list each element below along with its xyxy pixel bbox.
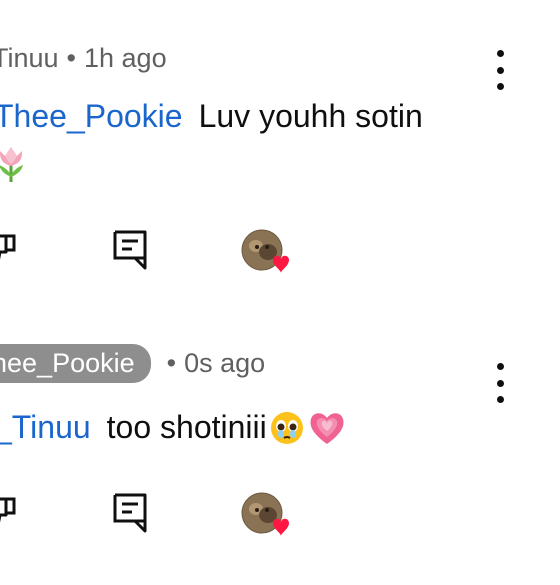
meta-separator: • xyxy=(166,347,177,378)
comment-body: _Tinuu too shotiniii xyxy=(0,401,514,461)
comment-1: Tinuu • 1h ago Thee_Pookie Luv youhh soti… xyxy=(0,0,560,273)
creator-avatar xyxy=(241,492,289,536)
comment-2: hee_Pookie • 0s ago _Tinuu too shotiniii xyxy=(0,315,560,585)
growing-heart-icon xyxy=(307,408,347,461)
comment-timestamp: 1h ago xyxy=(84,42,167,73)
comment-text: too shotiniii xyxy=(106,409,267,445)
comment-author[interactable]: Tinuu xyxy=(0,43,59,74)
comment-author-pill[interactable]: hee_Pookie xyxy=(0,343,151,383)
creator-heart-badge[interactable] xyxy=(240,228,296,278)
comment-body: Thee_Pookie Luv youhh sotin xyxy=(0,90,514,198)
comment-text: Luv youhh sotin xyxy=(198,98,423,134)
creator-avatar xyxy=(241,229,289,273)
tulip-icon xyxy=(0,143,28,198)
comment-icon[interactable] xyxy=(112,491,148,538)
kebab-dot xyxy=(496,363,504,370)
pleading-face-icon xyxy=(269,409,305,461)
more-options-button[interactable] xyxy=(488,363,512,403)
comment-actions xyxy=(0,228,560,276)
kebab-dot xyxy=(496,379,504,387)
comment-meta: Tinuu • 1h ago xyxy=(0,42,167,74)
meta-separator: • xyxy=(66,42,76,73)
kebab-dot xyxy=(496,50,504,57)
comment-icon[interactable] xyxy=(112,228,148,275)
kebab-dot xyxy=(496,66,504,74)
kebab-dot xyxy=(496,83,504,90)
more-options-button[interactable] xyxy=(488,50,512,90)
mention-link[interactable]: _Tinuu xyxy=(0,409,91,445)
dislike-icon[interactable] xyxy=(0,232,20,271)
dislike-icon[interactable] xyxy=(0,495,20,534)
comment-actions xyxy=(0,491,560,539)
creator-heart-badge[interactable] xyxy=(240,491,296,541)
comment-timestamp: 0s ago xyxy=(184,347,266,378)
mention-link[interactable]: Thee_Pookie xyxy=(0,98,183,134)
comment-meta: hee_Pookie • 0s ago xyxy=(0,343,266,383)
